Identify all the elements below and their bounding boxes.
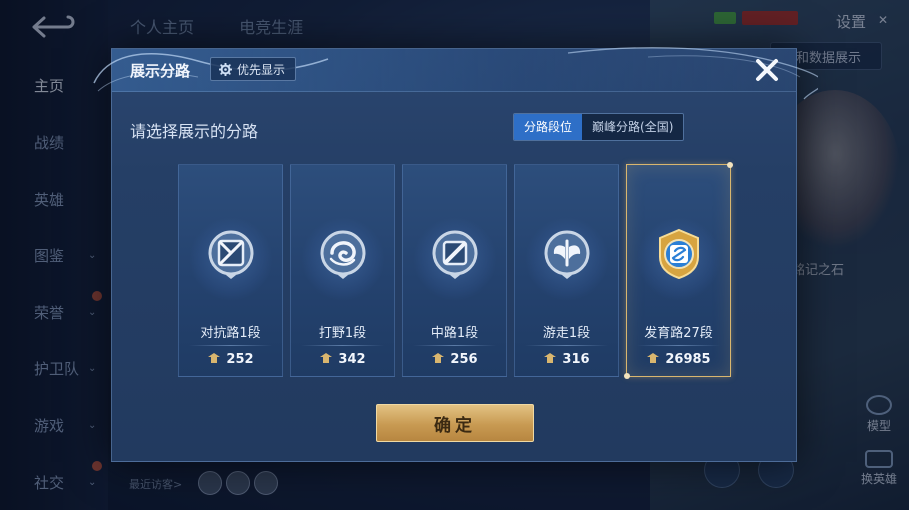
gold-shield-emblem-icon xyxy=(658,228,699,280)
corner-dot xyxy=(727,162,733,168)
lane-card-top[interactable]: 对抗路1段 252 xyxy=(178,164,283,377)
lane-card-jungle[interactable]: 打野1段 342 xyxy=(290,164,395,377)
dialog-title: 展示分路 xyxy=(130,62,191,80)
gear-icon xyxy=(219,62,232,76)
lane-score: 252 xyxy=(179,352,282,367)
sword-cross-emblem-icon xyxy=(208,230,253,279)
points-icon xyxy=(544,353,557,363)
lane-score: 342 xyxy=(291,352,394,367)
lane-score-value: 256 xyxy=(450,352,478,367)
lane-score-value: 252 xyxy=(226,352,254,367)
lane-mode-tabs: 分路段位 巅峰分路(全国) xyxy=(513,113,685,141)
close-icon xyxy=(756,59,778,81)
select-lane-prompt: 请选择展示的分路 xyxy=(130,122,259,141)
corner-dot xyxy=(624,373,630,379)
lane-rank-label: 游走1段 xyxy=(542,326,591,341)
tab-peak-lane-national[interactable]: 巅峰分路(全国) xyxy=(582,114,684,140)
lane-rank-label: 发育路27段 xyxy=(644,326,713,341)
lane-score: 256 xyxy=(403,352,506,367)
divider xyxy=(301,345,384,346)
divider xyxy=(189,345,272,346)
tab-lane-rank[interactable]: 分路段位 xyxy=(514,114,583,140)
lane-rank-label: 对抗路1段 xyxy=(200,326,261,341)
lane-score-value: 26985 xyxy=(665,352,711,367)
lane-score: 316 xyxy=(515,352,618,367)
confirm-button[interactable]: 确定 xyxy=(376,404,534,442)
lane-card-mid[interactable]: 中路1段 256 xyxy=(402,164,507,377)
lane-score-value: 342 xyxy=(338,352,366,367)
lane-display-dialog: 展示分路 优先显示 请选择展示的分路 分路段位 巅峰分路(全国) 对抗路1段 2… xyxy=(93,47,818,462)
points-icon xyxy=(320,353,333,363)
priority-display-label: 优先显示 xyxy=(237,62,286,77)
lane-rank-label: 打野1段 xyxy=(318,326,367,341)
lane-score: 26985 xyxy=(627,352,730,367)
lane-card-adc[interactable]: 发育路27段 26985 xyxy=(624,162,733,379)
confirm-label: 确定 xyxy=(434,415,476,436)
points-icon xyxy=(208,353,221,363)
swirl-emblem-icon xyxy=(320,230,365,279)
divider xyxy=(637,345,720,346)
priority-display-button[interactable]: 优先显示 xyxy=(210,57,297,81)
points-icon xyxy=(647,353,660,363)
staff-emblem-icon xyxy=(432,230,477,279)
divider xyxy=(525,345,608,346)
divider xyxy=(413,345,496,346)
lane-score-value: 316 xyxy=(562,352,590,367)
lane-rank-label: 中路1段 xyxy=(430,326,479,341)
points-icon xyxy=(432,353,445,363)
lane-card-roam[interactable]: 游走1段 316 xyxy=(514,164,619,377)
wings-emblem-icon xyxy=(544,230,589,279)
close-button[interactable] xyxy=(752,55,782,85)
